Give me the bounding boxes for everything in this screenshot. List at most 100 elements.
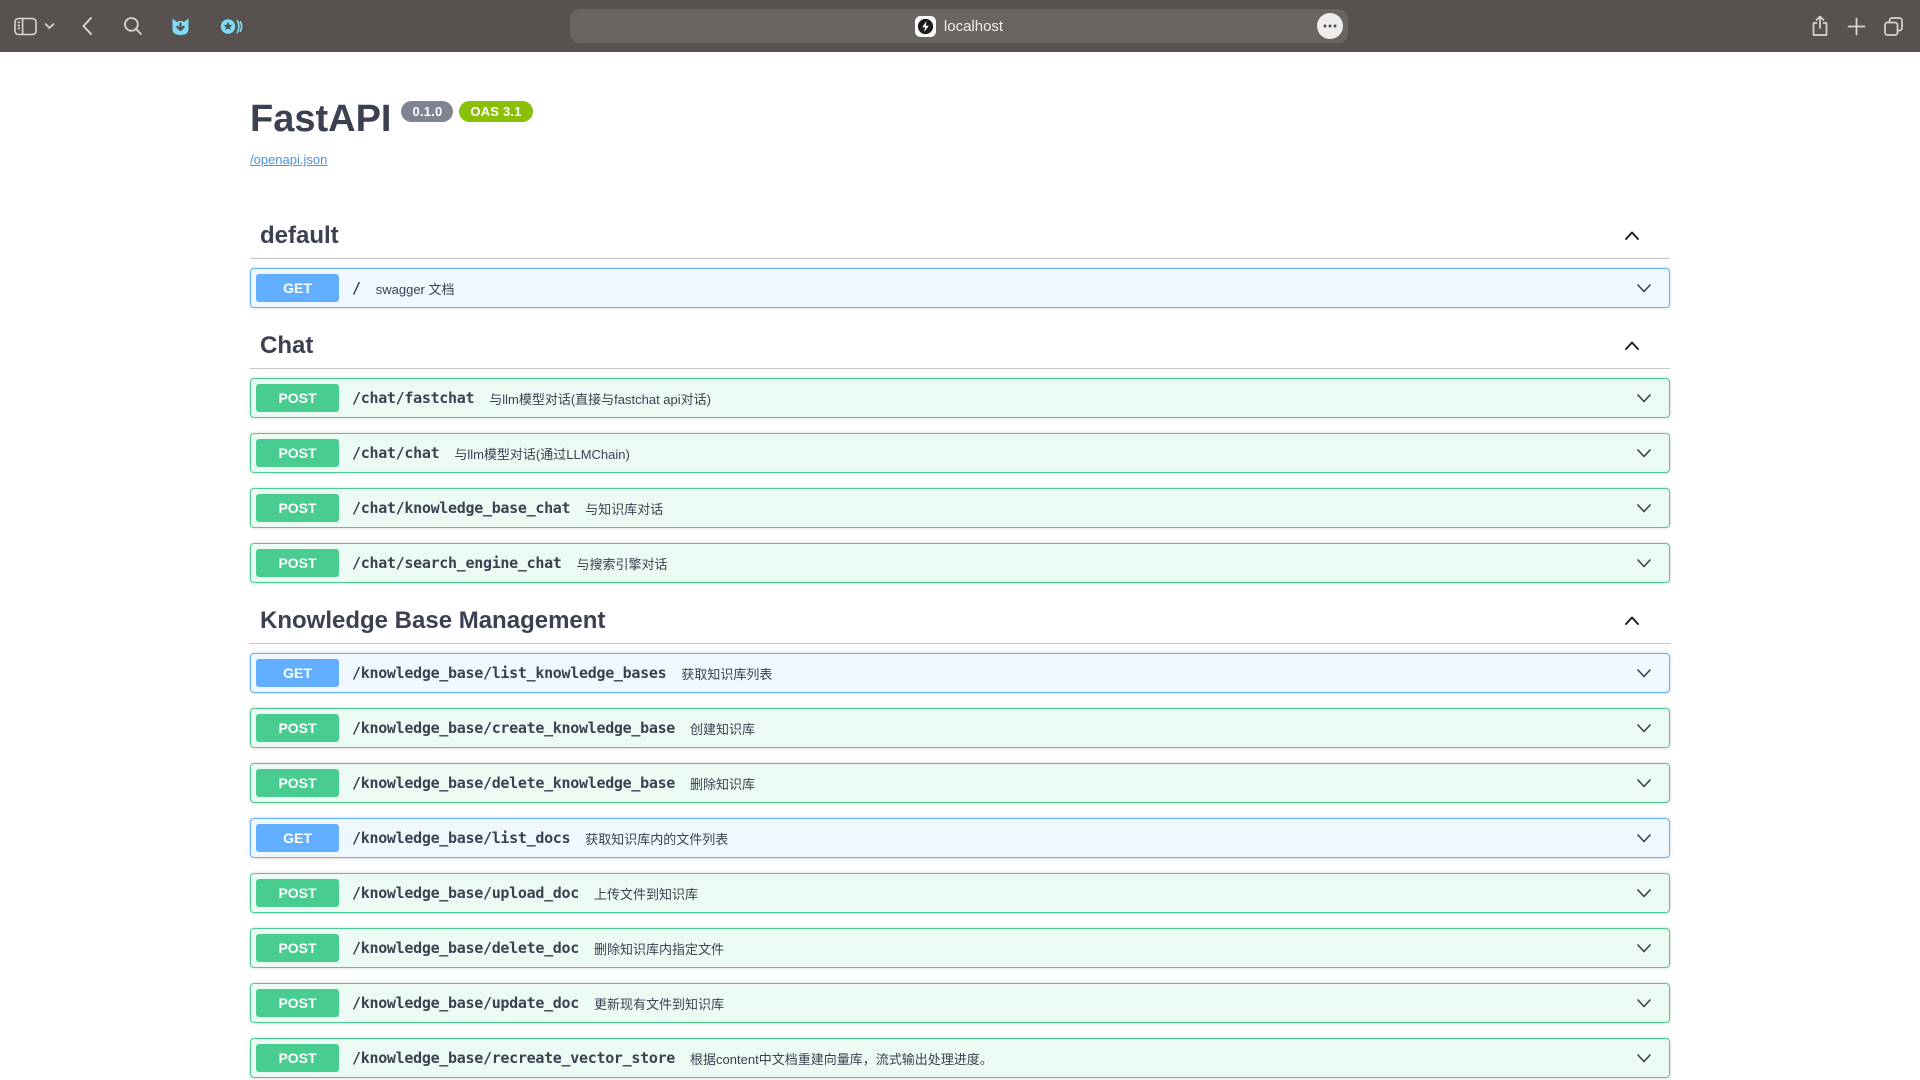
endpoint-description: 与搜索引擎对话	[577, 554, 668, 573]
endpoint-path: /	[352, 279, 361, 297]
collapse-section-icon[interactable]	[1622, 611, 1642, 631]
api-tag-section: default GET / swagger 文档	[250, 213, 1670, 308]
expand-endpoint-icon[interactable]	[1633, 937, 1655, 959]
expand-endpoint-icon[interactable]	[1633, 827, 1655, 849]
tag-section-header[interactable]: Chat	[250, 323, 1670, 369]
browser-toolbar: localhost	[0, 0, 1920, 52]
http-method-badge: POST	[256, 384, 339, 412]
tag-section-header[interactable]: default	[250, 213, 1670, 259]
http-method-badge: POST	[256, 769, 339, 797]
http-method-badge: POST	[256, 549, 339, 577]
endpoint-path: /chat/knowledge_base_chat	[352, 499, 570, 517]
tab-overview-icon	[1883, 16, 1904, 37]
endpoint-path: /knowledge_base/create_knowledge_base	[352, 719, 675, 737]
endpoint-description: 与llm模型对话(通过LLMChain)	[454, 444, 630, 463]
extension-broadcast-icon	[218, 15, 244, 38]
address-host-text: localhost	[944, 18, 1003, 35]
endpoint-row[interactable]: POST /chat/search_engine_chat 与搜索引擎对话	[250, 543, 1670, 583]
endpoint-row[interactable]: POST /knowledge_base/delete_doc 删除知识库内指定…	[250, 928, 1670, 968]
endpoint-path: /knowledge_base/list_docs	[352, 829, 570, 847]
endpoint-row[interactable]: GET / swagger 文档	[250, 268, 1670, 308]
expand-endpoint-icon[interactable]	[1633, 497, 1655, 519]
endpoint-row[interactable]: POST /knowledge_base/recreate_vector_sto…	[250, 1038, 1670, 1078]
back-button[interactable]	[81, 16, 93, 36]
endpoint-path: /knowledge_base/delete_knowledge_base	[352, 774, 675, 792]
oas-badge: OAS 3.1	[459, 101, 532, 122]
endpoint-description: 获取知识库内的文件列表	[585, 829, 728, 848]
collapse-section-icon[interactable]	[1622, 336, 1642, 356]
extension-shield-button[interactable]	[169, 15, 192, 38]
extension-shield-icon	[169, 15, 192, 38]
expand-endpoint-icon[interactable]	[1633, 662, 1655, 684]
endpoint-row[interactable]: POST /knowledge_base/upload_doc 上传文件到知识库	[250, 873, 1670, 913]
endpoint-row[interactable]: POST /chat/chat 与llm模型对话(通过LLMChain)	[250, 433, 1670, 473]
http-method-badge: POST	[256, 439, 339, 467]
chevron-down-icon	[44, 22, 55, 30]
expand-endpoint-icon[interactable]	[1633, 1047, 1655, 1069]
http-method-badge: GET	[256, 274, 339, 302]
api-tag-section: Chat POST /chat/fastchat 与llm模型对话(直接与fas…	[250, 323, 1670, 583]
tag-title: Knowledge Base Management	[260, 608, 605, 633]
swagger-page: FastAPI 0.1.0 OAS 3.1 /openapi.json defa…	[0, 52, 1920, 1080]
expand-endpoint-icon[interactable]	[1633, 277, 1655, 299]
more-options-icon	[1323, 24, 1337, 28]
endpoint-description: 与知识库对话	[585, 499, 663, 518]
expand-endpoint-icon[interactable]	[1633, 882, 1655, 904]
http-method-badge: GET	[256, 659, 339, 687]
api-info-block: FastAPI 0.1.0 OAS 3.1 /openapi.json	[250, 52, 1670, 169]
tag-section-header[interactable]: Knowledge Base Management	[250, 598, 1670, 644]
search-icon	[123, 16, 143, 36]
expand-endpoint-icon[interactable]	[1633, 552, 1655, 574]
tag-section-body: GET /knowledge_base/list_knowledge_bases…	[250, 644, 1670, 1078]
api-sections: default GET / swagger 文档 Chat POST /chat…	[250, 213, 1670, 1078]
endpoint-row[interactable]: GET /knowledge_base/list_knowledge_bases…	[250, 653, 1670, 693]
page-title: FastAPI 0.1.0 OAS 3.1	[250, 98, 1670, 140]
endpoint-description: 删除知识库内指定文件	[594, 939, 724, 958]
expand-endpoint-icon[interactable]	[1633, 442, 1655, 464]
share-button[interactable]	[1810, 15, 1830, 37]
tag-section-body: POST /chat/fastchat 与llm模型对话(直接与fastchat…	[250, 369, 1670, 583]
tag-section-body: GET / swagger 文档	[250, 259, 1670, 308]
collapse-section-icon[interactable]	[1622, 226, 1642, 246]
endpoint-row[interactable]: GET /knowledge_base/list_docs 获取知识库内的文件列…	[250, 818, 1670, 858]
endpoint-row[interactable]: POST /knowledge_base/update_doc 更新现有文件到知…	[250, 983, 1670, 1023]
address-bar[interactable]: localhost	[570, 9, 1348, 43]
tab-overview-button[interactable]	[1883, 16, 1904, 37]
extension-broadcast-button[interactable]	[218, 15, 244, 38]
endpoint-row[interactable]: POST /chat/fastchat 与llm模型对话(直接与fastchat…	[250, 378, 1670, 418]
toolbar-left-group	[0, 15, 244, 38]
plus-icon	[1847, 17, 1866, 36]
endpoint-description: 删除知识库	[690, 774, 755, 793]
new-tab-button[interactable]	[1847, 17, 1866, 36]
api-title-text: FastAPI	[250, 98, 391, 140]
endpoint-row[interactable]: POST /chat/knowledge_base_chat 与知识库对话	[250, 488, 1670, 528]
endpoint-path: /knowledge_base/delete_doc	[352, 939, 579, 957]
http-method-badge: POST	[256, 714, 339, 742]
tag-title: default	[260, 223, 339, 248]
endpoint-path: /chat/chat	[352, 444, 439, 462]
expand-endpoint-icon[interactable]	[1633, 772, 1655, 794]
page-settings-button[interactable]	[1317, 13, 1343, 39]
expand-endpoint-icon[interactable]	[1633, 717, 1655, 739]
site-favicon-icon	[915, 16, 936, 37]
expand-endpoint-icon[interactable]	[1633, 387, 1655, 409]
sidebar-menu-button[interactable]	[44, 22, 55, 30]
back-chevron-icon	[81, 16, 93, 36]
http-method-badge: POST	[256, 494, 339, 522]
version-badge: 0.1.0	[401, 101, 453, 122]
endpoint-description: 根据content中文档重建向量库，流式输出处理进度。	[690, 1049, 993, 1068]
expand-endpoint-icon[interactable]	[1633, 992, 1655, 1014]
http-method-badge: POST	[256, 989, 339, 1017]
tag-title: Chat	[260, 333, 313, 358]
search-button[interactable]	[123, 16, 143, 36]
sidebar-icon	[14, 17, 37, 36]
openapi-spec-link[interactable]: /openapi.json	[250, 152, 327, 167]
endpoint-description: 上传文件到知识库	[594, 884, 698, 903]
endpoint-row[interactable]: POST /knowledge_base/create_knowledge_ba…	[250, 708, 1670, 748]
endpoint-description: 更新现有文件到知识库	[594, 994, 724, 1013]
endpoint-row[interactable]: POST /knowledge_base/delete_knowledge_ba…	[250, 763, 1670, 803]
api-tag-section: Knowledge Base Management GET /knowledge…	[250, 598, 1670, 1078]
endpoint-path: /chat/fastchat	[352, 389, 474, 407]
sidebar-toggle-button[interactable]	[14, 17, 37, 36]
http-method-badge: POST	[256, 1044, 339, 1072]
